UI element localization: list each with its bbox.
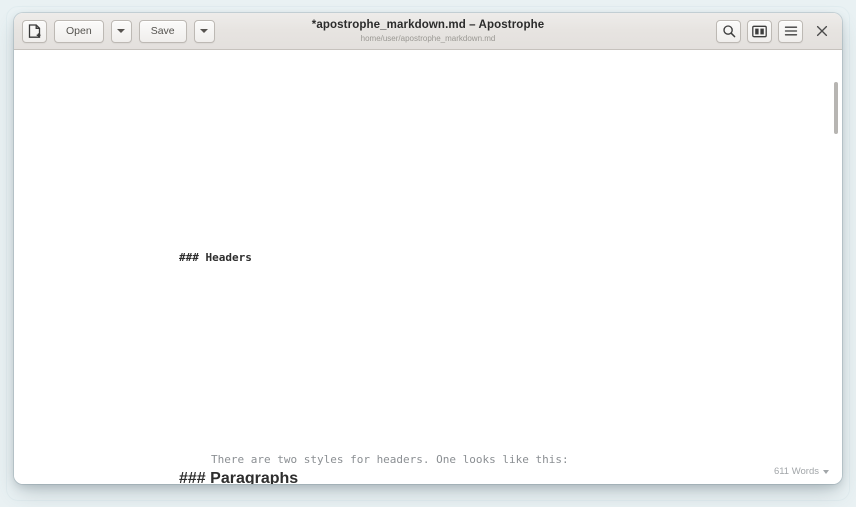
headerbar-left-controls: Open Save	[22, 19, 215, 43]
book-preview-icon	[752, 25, 767, 37]
headerbar-right-controls	[716, 19, 834, 43]
window-title: *apostrophe_markdown.md – Apostrophe	[311, 18, 545, 31]
editor-blank-line	[14, 378, 842, 396]
search-icon	[722, 25, 735, 38]
editor-blank-line	[14, 175, 842, 193]
markdown-editor-text[interactable]: johnmacfarlane.net/pandoc/README.html#pa…	[14, 50, 842, 484]
chevron-down-icon	[117, 29, 126, 33]
hamburger-menu-icon	[784, 26, 797, 36]
chevron-down-icon	[200, 29, 209, 33]
close-icon	[816, 25, 827, 37]
save-button[interactable]: Save	[138, 19, 187, 43]
window-headerbar: Open Save *apostrophe_markdown.md – Apos…	[14, 13, 842, 50]
editor-viewport[interactable]: johnmacfarlane.net/pandoc/README.html#pa…	[14, 50, 842, 484]
editor-line-text: ### Paragraphs	[179, 472, 299, 484]
new-document-button[interactable]	[22, 19, 47, 43]
close-window-button[interactable]	[809, 20, 834, 43]
editor-line-clipped-top: johnmacfarlane.net/pandoc/README.html#pa…	[14, 109, 842, 120]
open-button-label: Open	[66, 25, 92, 37]
word-count-label: 611 Words	[773, 466, 819, 477]
desktop-background: Open Save *apostrophe_markdown.md – Apos…	[0, 0, 856, 507]
chevron-down-icon	[823, 469, 829, 474]
word-count-button[interactable]: 611 Words	[774, 466, 829, 477]
new-document-icon	[28, 23, 40, 38]
editor-blank-line	[14, 323, 842, 341]
editor-line-clipped-bottom: ### Paragraphs	[14, 472, 842, 484]
open-dropdown-button[interactable]	[110, 19, 132, 43]
window-subtitle-path: home/user/apostrophe_markdown.md	[360, 33, 496, 43]
main-menu-button[interactable]	[778, 19, 803, 43]
save-button-label: Save	[150, 25, 175, 37]
editor-scrollbar[interactable]	[829, 50, 842, 484]
editor-heading-headers: ### Headers	[179, 251, 252, 265]
preview-toggle-button[interactable]	[747, 19, 772, 43]
apostrophe-window: Open Save *apostrophe_markdown.md – Apos…	[14, 13, 842, 484]
search-button[interactable]	[716, 19, 741, 43]
open-button[interactable]: Open	[54, 19, 104, 43]
editor-scrollbar-thumb[interactable]	[834, 82, 838, 134]
editor-paragraph-two-styles: There are two styles for headers. One lo…	[211, 453, 569, 467]
save-dropdown-button[interactable]	[193, 19, 215, 43]
